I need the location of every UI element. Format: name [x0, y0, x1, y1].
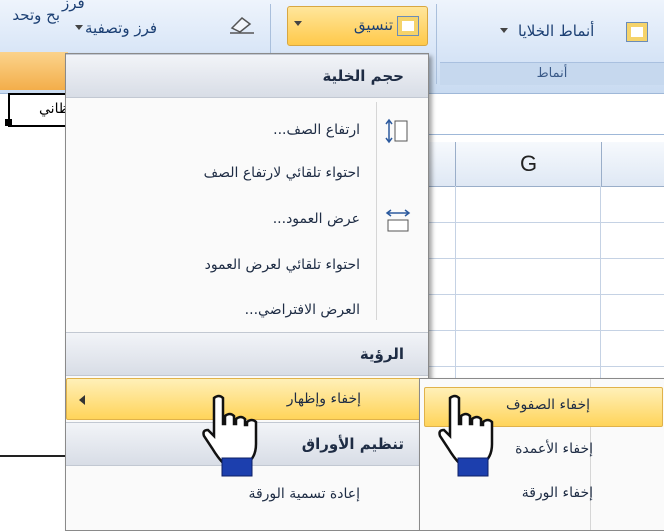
- autofit-row-height-label: احتواء تلقائي لارتفاع الصف: [203, 165, 360, 181]
- visibility-header-label: الرؤية: [359, 345, 404, 363]
- format-button[interactable]: تنسيق: [287, 6, 428, 46]
- hide-rows-label: إخفاء الصفوف: [505, 397, 590, 413]
- cell-styles-icon: [626, 22, 648, 42]
- fill-handle[interactable]: [5, 119, 12, 126]
- default-width-label: العرض الافتراضي...: [244, 302, 360, 318]
- active-cell[interactable]: ظاني: [8, 93, 72, 127]
- grid-line: [420, 366, 664, 367]
- cell-styles-button[interactable]: أنماط الخلايا: [518, 20, 594, 42]
- visibility-header: الرؤية: [66, 332, 428, 376]
- autofit-column-width-label: احتواء تلقائي لعرض العمود: [204, 257, 360, 273]
- grid-line: [420, 294, 664, 295]
- hand-pointer-icon: [436, 392, 508, 486]
- format-grid-icon: [397, 16, 419, 36]
- menu-item-autofit-column-width[interactable]: احتواء تلقائي لعرض العمود: [66, 243, 428, 288]
- row-height-icon: [384, 118, 410, 148]
- organize-sheets-header-label: تنظيم الأوراق: [301, 435, 404, 453]
- menu-item-default-width[interactable]: العرض الافتراضي...: [66, 288, 428, 333]
- ribbon-divider: [270, 4, 271, 54]
- grid-line: [420, 330, 664, 331]
- cell-styles-dropdown-icon: [500, 28, 508, 33]
- ribbon-divider: [436, 4, 437, 84]
- sort-filter-button[interactable]: فرز وتصفية: [85, 17, 157, 39]
- styles-group-caption: أنماط: [440, 62, 664, 85]
- column-width-icon: [384, 206, 412, 238]
- column-width-label: عرض العمود...: [272, 211, 360, 227]
- sort-filter-dropdown-icon: [75, 25, 83, 30]
- column-header-g[interactable]: G: [455, 142, 602, 186]
- submenu-arrow-icon: [79, 395, 85, 405]
- formula-bar[interactable]: [420, 93, 664, 135]
- submenu-item-hide-sheet[interactable]: إخفاء الورقة: [522, 485, 593, 501]
- grid-line: [420, 258, 664, 259]
- menu-item-row-height[interactable]: ارتفاع الصف...: [66, 108, 428, 153]
- hand-pointer-icon: [200, 392, 272, 486]
- grid-line: [420, 222, 664, 223]
- clear-eraser-icon[interactable]: [228, 14, 256, 34]
- menu-item-column-width[interactable]: عرض العمود...: [66, 197, 428, 242]
- format-dropdown-icon: [294, 21, 302, 26]
- selected-column-header[interactable]: [0, 52, 68, 90]
- sort-filter-line1: فرز: [62, 0, 85, 12]
- hide-unhide-label: إخفاء وإظهار: [286, 391, 361, 407]
- row-height-label: ارتفاع الصف...: [273, 122, 360, 138]
- cell-size-header: حجم الخلية: [66, 54, 428, 98]
- find-select-button[interactable]: بح وتحد: [0, 4, 60, 26]
- submenu-item-hide-columns[interactable]: إخفاء الأعمدة: [515, 441, 593, 457]
- menu-item-autofit-row-height[interactable]: احتواء تلقائي لارتفاع الصف: [66, 151, 428, 196]
- cell-size-header-label: حجم الخلية: [322, 67, 404, 85]
- format-button-label: تنسيق: [353, 16, 393, 34]
